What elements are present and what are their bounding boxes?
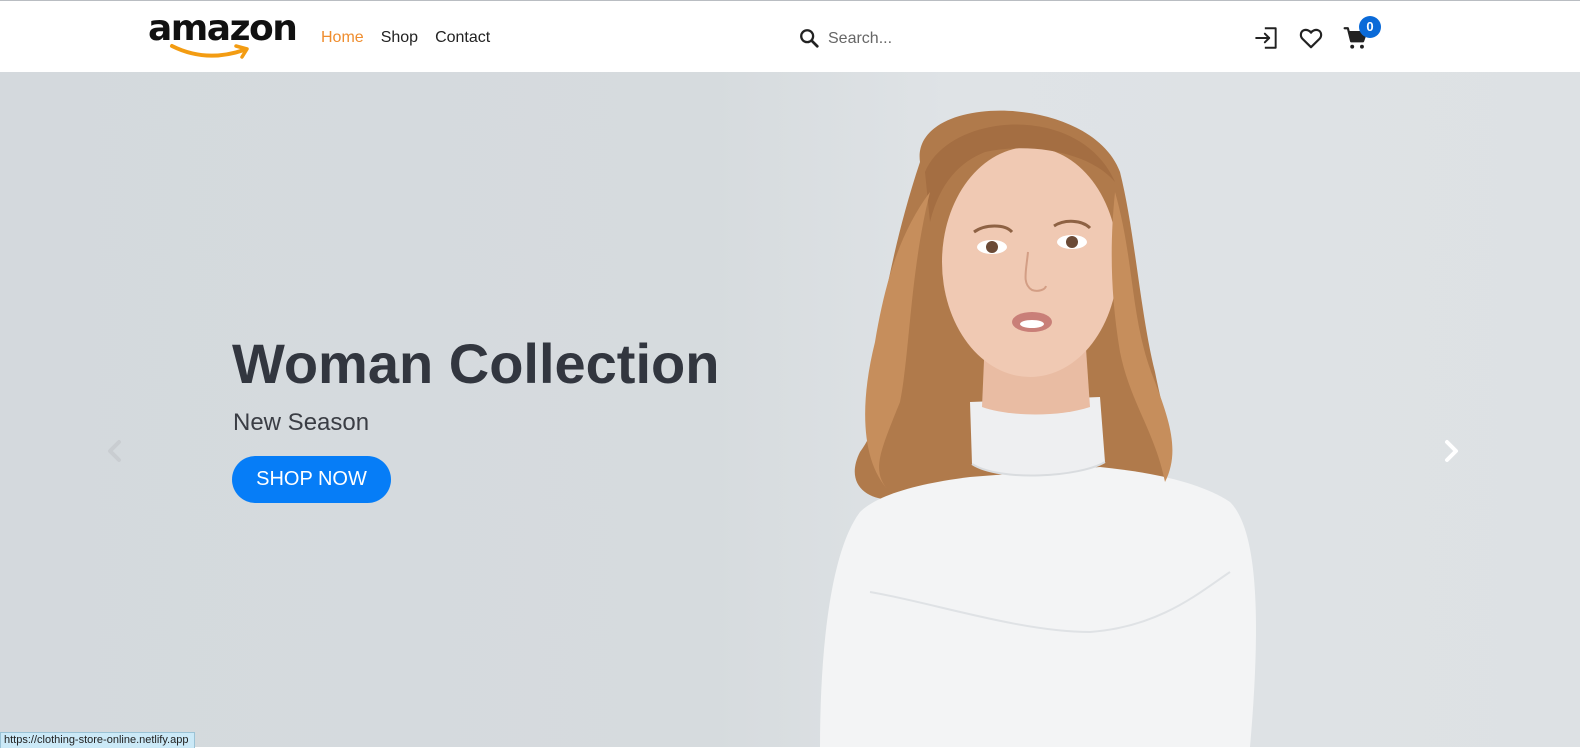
search-box <box>798 25 1098 53</box>
model-photo <box>820 110 1256 747</box>
nav-link-home[interactable]: Home <box>321 28 364 48</box>
logo-smile-icon <box>170 44 249 59</box>
chevron-left-icon[interactable] <box>104 439 126 463</box>
login-icon[interactable] <box>1254 25 1280 51</box>
shop-now-button[interactable]: SHOP NOW <box>232 456 391 503</box>
hero-carousel: Woman Collection New Season SHOP NOW <box>0 72 1580 747</box>
main-nav: Home Shop Contact <box>321 28 490 48</box>
nav-link-shop[interactable]: Shop <box>381 28 418 48</box>
cart-count-badge: 0 <box>1359 16 1381 38</box>
status-bar-url: https://clothing-store-online.netlify.ap… <box>0 732 196 748</box>
search-icon[interactable] <box>798 27 820 49</box>
hero-title: Woman Collection <box>232 332 720 395</box>
navbar: amazon Home Shop Contact 0 <box>0 1 1580 72</box>
heart-icon[interactable] <box>1298 25 1324 51</box>
search-input[interactable] <box>826 25 1090 53</box>
chevron-right-icon[interactable] <box>1440 439 1462 463</box>
nav-link-contact[interactable]: Contact <box>435 28 490 48</box>
hero-subtitle: New Season <box>233 409 370 436</box>
brand-logo[interactable]: amazon <box>148 9 300 65</box>
